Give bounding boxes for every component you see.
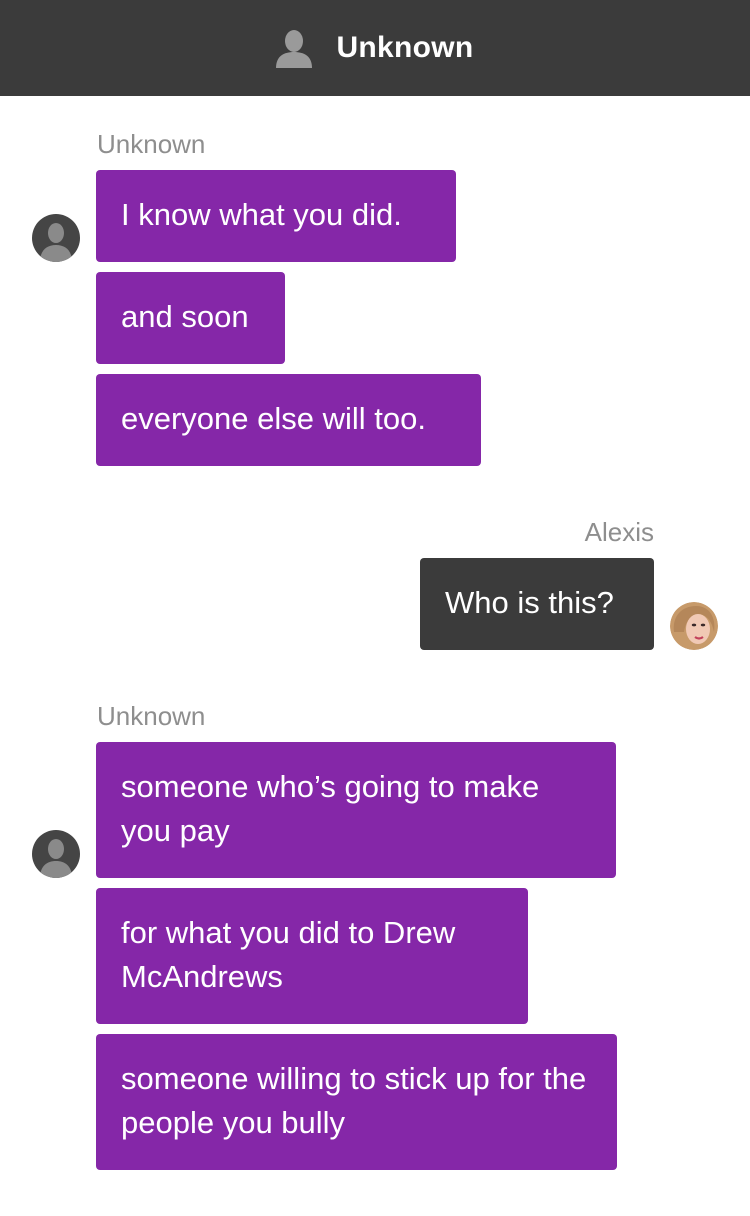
sender-name: Unknown bbox=[97, 129, 206, 159]
conversation-title: Unknown bbox=[336, 31, 474, 64]
message-bubble[interactable]: everyone else will too. bbox=[96, 374, 481, 466]
message-bubble[interactable]: Who is this? bbox=[420, 558, 654, 650]
message-bubble[interactable]: and soon bbox=[96, 272, 285, 364]
unknown-avatar-icon bbox=[32, 830, 80, 878]
sender-name: Unknown bbox=[97, 701, 206, 731]
person-icon bbox=[276, 28, 313, 68]
message-bubble[interactable]: I know what you did. bbox=[96, 170, 456, 262]
message-bubble[interactable]: for what you did to Drew McAndrews bbox=[96, 888, 528, 1024]
alexis-avatar-icon bbox=[670, 602, 718, 650]
unknown-avatar-icon bbox=[32, 214, 80, 262]
conversation-header: Unknown bbox=[0, 0, 750, 96]
message-bubble[interactable]: someone who’s going to make you pay bbox=[96, 742, 616, 878]
sender-name: Alexis bbox=[584, 517, 654, 547]
message-bubble[interactable]: someone willing to stick up for the peop… bbox=[96, 1034, 617, 1170]
